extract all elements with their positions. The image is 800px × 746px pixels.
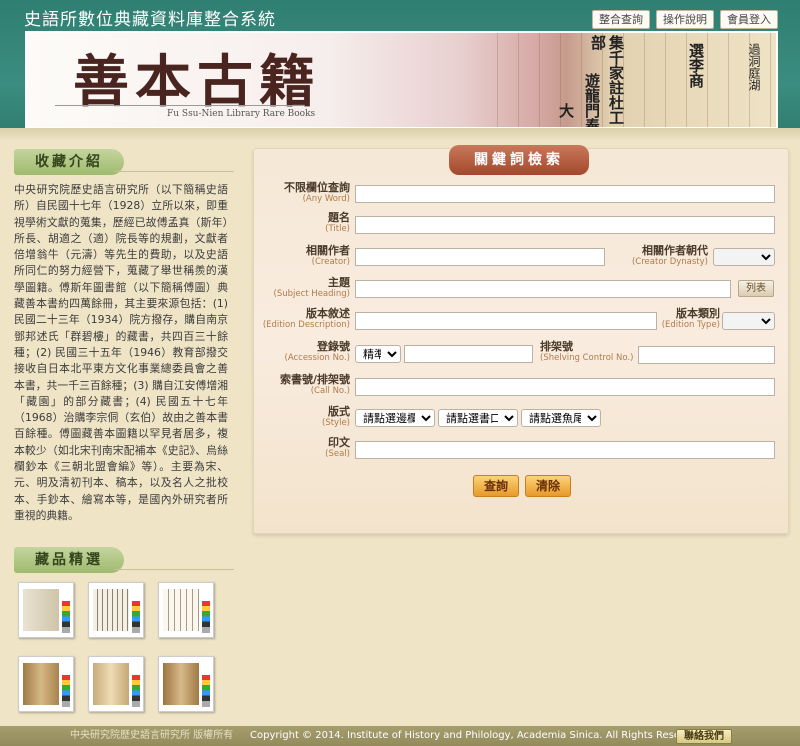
color-chart-icon (132, 675, 140, 707)
book-text-column: 大 (557, 103, 575, 118)
call-number-label: 索書號/排架號 (Call No.) (279, 373, 350, 397)
color-chart-icon (132, 601, 140, 633)
color-chart-icon (62, 675, 70, 707)
keyword-search-panel: 關鍵詞檢索 不限欄位查詢 (Any Word) 題名 (Title) 相關作者 … (253, 145, 789, 534)
intro-text: 中央研究院歷史語言研究所（以下簡稱史語所）自民國十七年（1928）立所以來，即重… (14, 183, 228, 522)
panel-title: 關鍵詞檢索 (449, 145, 589, 175)
book-text-column: 集千家註杜工部 (589, 35, 625, 125)
accession-input[interactable] (404, 345, 533, 363)
style-fold-select[interactable]: 請點選書口 (438, 409, 518, 427)
book-text-column: 過洞庭湖 (747, 43, 761, 91)
accession-label: 登錄號 (Accession No.) (284, 340, 351, 364)
member-login-link[interactable]: 會員登入 (720, 10, 778, 29)
intro-heading: 收藏介紹 (14, 149, 234, 175)
help-link[interactable]: 操作說明 (656, 10, 714, 29)
creator-input[interactable] (355, 248, 605, 266)
creator-dynasty-label: 相關作者朝代 (Creator Dynasty) (631, 244, 708, 268)
system-title: 史語所數位典藏資料庫整合系統 (24, 10, 276, 30)
accession-mode-select[interactable]: 精準 (355, 345, 401, 363)
contact-us-button[interactable]: 聯絡我們 (676, 729, 732, 744)
edition-type-select[interactable] (722, 312, 775, 330)
subject-list-button[interactable]: 列表 (738, 280, 774, 297)
gallery-thumbnail[interactable] (18, 656, 74, 712)
banner: 善本古籍 Fu Ssu-Nien Library Rare Books 集千家註… (25, 31, 778, 129)
gallery-thumbnail[interactable] (18, 582, 74, 638)
shelving-label: 排架號 (Shelving Control No.) (540, 340, 634, 364)
gallery-thumbnail[interactable] (88, 656, 144, 712)
top-links: 整合查詢 操作說明 會員登入 (592, 10, 778, 29)
color-chart-icon (202, 675, 210, 707)
edition-description-label: 版本敘述 (Edition Description) (262, 307, 350, 331)
book-page-image (163, 589, 199, 631)
integrated-search-link[interactable]: 整合查詢 (592, 10, 650, 29)
any-word-input[interactable] (355, 185, 775, 203)
color-chart-icon (62, 601, 70, 633)
book-page-image (477, 33, 776, 127)
book-page-image (93, 589, 129, 631)
header: 史語所數位典藏資料庫整合系統 整合查詢 操作說明 會員登入 善本古籍 Fu Ss… (0, 0, 800, 141)
book-page-image (93, 663, 129, 705)
gallery-thumbnail[interactable] (158, 656, 214, 712)
edition-description-input[interactable] (355, 312, 657, 330)
style-fishtail-select[interactable]: 請點選魚尾 (521, 409, 601, 427)
book-text-column: 選李商 (687, 43, 705, 88)
creator-dynasty-select[interactable] (713, 248, 775, 266)
gallery-thumbnail[interactable] (88, 582, 144, 638)
title-input[interactable] (355, 216, 775, 234)
edition-type-label: 版本類別 (Edition Type) (661, 307, 720, 331)
title-label: 題名 (Title) (325, 211, 350, 235)
call-number-input[interactable] (355, 378, 775, 396)
seal-label: 印文 (Seal) (325, 436, 350, 460)
book-page-image (23, 589, 59, 631)
style-label: 版式 (Style) (322, 405, 350, 429)
any-word-label: 不限欄位查詢 (Any Word) (284, 181, 350, 205)
subject-input[interactable] (355, 280, 731, 298)
gallery-heading: 藏品精選 (14, 547, 234, 573)
clear-button[interactable]: 清除 (525, 475, 571, 497)
style-border-select[interactable]: 請點選邊欄 (355, 409, 435, 427)
search-button[interactable]: 查詢 (473, 475, 519, 497)
gallery-thumbnail[interactable] (158, 582, 214, 638)
book-page-image (163, 663, 199, 705)
creator-label: 相關作者 (Creator) (306, 244, 350, 268)
shelving-input[interactable] (638, 346, 775, 364)
footer-organization: 中央研究院歷史語言研究所 版權所有 (70, 730, 234, 741)
book-text-column: 遊龍門奉先寺 (583, 73, 601, 129)
subject-label: 主題 (Subject Heading) (273, 276, 350, 300)
banner-subtitle: Fu Ssu-Nien Library Rare Books (167, 109, 316, 119)
color-chart-icon (202, 601, 210, 633)
footer: 中央研究院歷史語言研究所 版權所有 Copyright © 2014. Inst… (0, 726, 800, 746)
book-page-image (23, 663, 59, 705)
seal-input[interactable] (355, 441, 775, 459)
banner-divider (55, 105, 305, 106)
footer-copyright: Copyright © 2014. Institute of History a… (250, 730, 706, 741)
